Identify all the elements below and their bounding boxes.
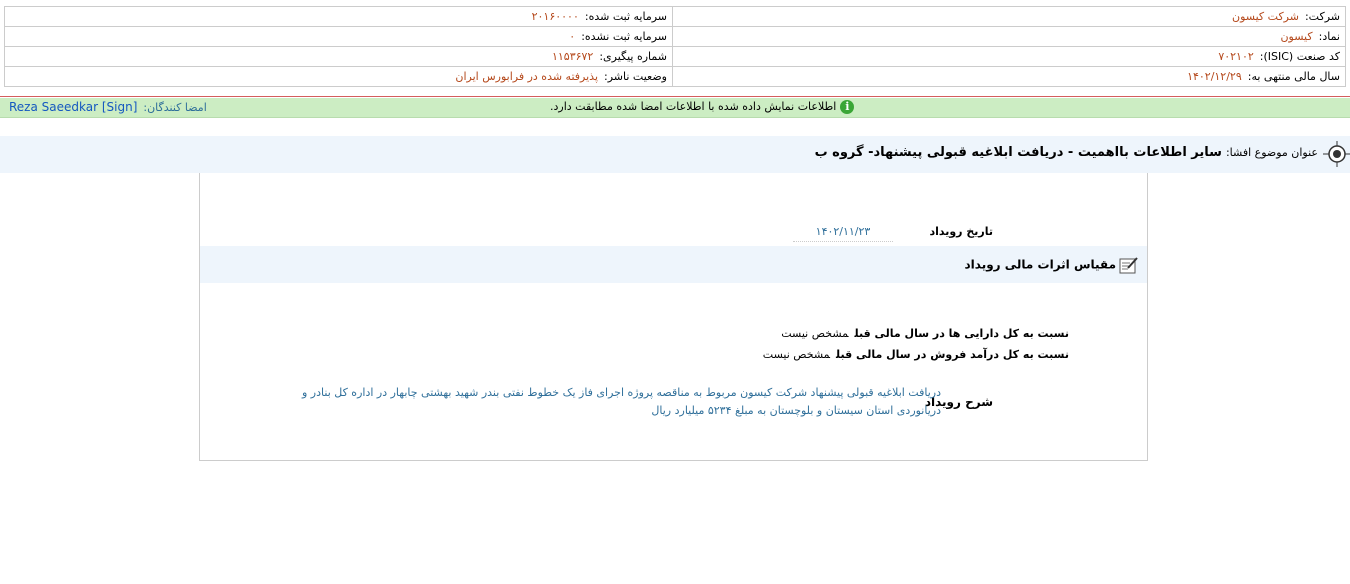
financial-effects-section: مقیاس اثرات مالی رویداد	[200, 246, 1147, 283]
fiscal-year-value: ۱۴۰۲/۱۲/۲۹	[1187, 70, 1242, 83]
verification-message: iاطلاعات نمایش داده شده با اطلاعات امضا …	[550, 100, 855, 114]
tracking-cell: شماره پیگیری: ۱۱۵۳۶۷۲	[4, 46, 673, 67]
measure-label: نسبت به کل درآمد فروش در سال مالی قبل	[836, 348, 1069, 361]
section-title-text: مقیاس اثرات مالی رویداد	[964, 257, 1116, 272]
symbol-label: نماد:	[1318, 30, 1340, 43]
symbol-value: کیسون	[1280, 30, 1313, 43]
registered-capital-label: سرمایه ثبت شده:	[584, 10, 667, 23]
event-date-label: تاریخ رویداد	[929, 225, 993, 238]
subject-title: عنوان موضوع افشا:سایر اطلاعات بااهمیت - …	[815, 145, 1318, 160]
info-row: شرکت: شرکت کیسون سرمایه ثبت شده: ۲۰۱۶۰۰۰۰	[4, 6, 1346, 27]
fiscal-year-cell: سال مالی منتهی به: ۱۴۰۲/۱۲/۲۹	[672, 66, 1346, 87]
info-icon: i	[840, 100, 855, 114]
registered-capital-cell: سرمایه ثبت شده: ۲۰۱۶۰۰۰۰	[4, 6, 673, 27]
measure-value: مشخص نیست	[781, 327, 849, 340]
tracking-label: شماره پیگیری:	[599, 50, 667, 63]
verification-notice: iاطلاعات نمایش داده شده با اطلاعات امضا …	[0, 98, 1350, 118]
isic-label: کد صنعت (ISIC):	[1259, 50, 1340, 63]
company-value: شرکت کیسون	[1232, 10, 1299, 23]
registered-capital-value: ۲۰۱۶۰۰۰۰	[531, 10, 579, 23]
info-row: کد صنعت (ISIC): ۷۰۲۱۰۲ شماره پیگیری: ۱۱۵۳۶…	[4, 46, 1346, 67]
event-date-value: ۱۴۰۲/۱۱/۲۳	[793, 225, 893, 242]
unregistered-capital-value: ۰	[569, 30, 576, 43]
edit-icon	[1119, 257, 1138, 274]
company-label: شرکت:	[1304, 10, 1340, 23]
info-row: نماد: کیسون سرمایه ثبت نشده: ۰	[4, 26, 1346, 47]
event-panel: تاریخ رویداد ۱۴۰۲/۱۱/۲۳ مقیاس اثرات مالی …	[199, 173, 1148, 461]
section-title: مقیاس اثرات مالی رویداد	[965, 256, 1139, 274]
company-info-table: شرکت:شرکت کیسون سرمایه ثبت شده:۲۰۱۶۰۰۰۰ …	[4, 6, 1346, 87]
info-row: سال مالی منتهی به: ۱۴۰۲/۱۲/۲۹ وضعیت ناشر:…	[4, 66, 1346, 87]
publisher-status-value: پذیرفته شده در فرابورس ایران	[455, 70, 599, 83]
verification-text: اطلاعات نمایش داده شده با اطلاعات امضا ش…	[550, 100, 837, 113]
fiscal-year-label: سال مالی منتهی به:	[1247, 70, 1340, 83]
company-cell: شرکت: شرکت کیسون	[672, 6, 1346, 27]
measure-row: نسبت به کل درآمد فروش در سال مالی قبل مشخ…	[763, 348, 1069, 361]
event-date-row: تاریخ رویداد ۱۴۰۲/۱۱/۲۳	[793, 225, 993, 242]
signers-label: امضا کنندگان:	[143, 101, 207, 114]
tracking-value: ۱۱۵۳۶۷۲	[551, 50, 594, 63]
measure-value: مشخص نیست	[762, 348, 831, 361]
publisher-status-cell: وضعیت ناشر: پذیرفته شده در فرابورس ایران	[4, 66, 673, 87]
target-icon	[1323, 141, 1350, 167]
publisher-status-label: وضعیت ناشر:	[604, 70, 667, 83]
subject-bar: عنوان موضوع افشا:سایر اطلاعات بااهمیت - …	[0, 136, 1350, 173]
signers-link[interactable]: Reza Saeedkar [Sign]	[9, 100, 137, 114]
isic-value: ۷۰۲۱۰۲	[1218, 50, 1254, 63]
symbol-cell: نماد: کیسون	[672, 26, 1346, 47]
measure-row: نسبت به کل دارایی ها در سال مالی قبل مشخص…	[781, 327, 1069, 340]
unregistered-capital-cell: سرمایه ثبت نشده: ۰	[4, 26, 673, 47]
subject-label: عنوان موضوع افشا:	[1225, 146, 1318, 159]
event-description-value: دریافت ابلاغیه قبولی پیشنهاد شرکت کیسون …	[302, 386, 941, 417]
divider	[0, 96, 1350, 97]
subject-value: سایر اطلاعات بااهمیت - دریافت ابلاغیه قب…	[814, 145, 1222, 160]
unregistered-capital-label: سرمایه ثبت نشده:	[581, 30, 667, 43]
isic-cell: کد صنعت (ISIC): ۷۰۲۱۰۲	[672, 46, 1346, 67]
signers: امضا کنندگان: Reza Saeedkar [Sign]	[9, 100, 207, 114]
measure-label: نسبت به کل دارایی ها در سال مالی قبل	[854, 327, 1070, 340]
